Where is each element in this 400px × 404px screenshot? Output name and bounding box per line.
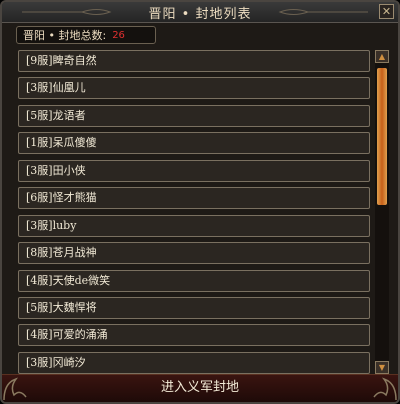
list-scrollbar[interactable]: ▲ ▼ bbox=[375, 50, 389, 374]
close-icon: ✕ bbox=[381, 5, 392, 18]
fief-list: [9服]睥奇自然 [3服]仙凰儿 [5服]龙语者 [1服]呆瓜傻傻 [3服]田小… bbox=[18, 50, 370, 376]
scroll-up-button[interactable]: ▲ bbox=[375, 50, 389, 63]
corner-ornament-right-icon bbox=[373, 377, 397, 401]
fief-count-label: 晋阳 • 封地总数: bbox=[23, 29, 107, 42]
fief-list-item[interactable]: [4服]天使de微笑 bbox=[18, 269, 370, 292]
window-title: 晋阳 • 封地列表 bbox=[148, 6, 252, 22]
arrow-down-icon: ▼ bbox=[378, 363, 386, 372]
fief-list-item[interactable]: [9服]睥奇自然 bbox=[18, 50, 370, 72]
fief-list-item[interactable]: [4服]可爱的涌涌 bbox=[18, 324, 370, 347]
fief-list-item[interactable]: [1服]呆瓜傻傻 bbox=[18, 132, 370, 155]
fief-list-window: 晋阳 • 封地列表 ✕ 晋阳 • 封地总数: 26 [9服]睥奇自然 [3服]仙… bbox=[0, 0, 400, 404]
fief-list-item[interactable]: [5服]大魏悍将 bbox=[18, 296, 370, 319]
fief-count-bar: 晋阳 • 封地总数: 26 bbox=[16, 26, 156, 44]
fief-list-item[interactable]: [3服]田小侠 bbox=[18, 159, 370, 182]
footer-bar: 进入义军封地 bbox=[2, 374, 398, 402]
scroll-thumb[interactable] bbox=[377, 68, 387, 205]
scroll-track[interactable] bbox=[375, 63, 389, 361]
fief-list-item[interactable]: [8服]苍月战神 bbox=[18, 242, 370, 265]
fief-list-item[interactable]: [3服]仙凰儿 bbox=[18, 77, 370, 100]
fief-count-value: 26 bbox=[112, 29, 125, 41]
title-ornament-left-icon bbox=[22, 9, 112, 15]
close-button[interactable]: ✕ bbox=[379, 4, 394, 19]
enter-rebel-fief-button[interactable]: 进入义军封地 bbox=[151, 377, 249, 399]
corner-ornament-left-icon bbox=[3, 377, 27, 401]
scroll-down-button[interactable]: ▼ bbox=[375, 361, 389, 374]
fief-list-item[interactable]: [5服]龙语者 bbox=[18, 104, 370, 127]
title-bar[interactable]: 晋阳 • 封地列表 ✕ bbox=[2, 2, 398, 23]
fief-list-item[interactable]: [6服]怪才熊猫 bbox=[18, 187, 370, 210]
fief-list-item[interactable]: [3服]冈崎汐 bbox=[18, 351, 370, 374]
fief-list-item[interactable]: [3服]luby bbox=[18, 214, 370, 237]
title-ornament-right-icon bbox=[278, 9, 368, 15]
arrow-up-icon: ▲ bbox=[378, 52, 386, 61]
